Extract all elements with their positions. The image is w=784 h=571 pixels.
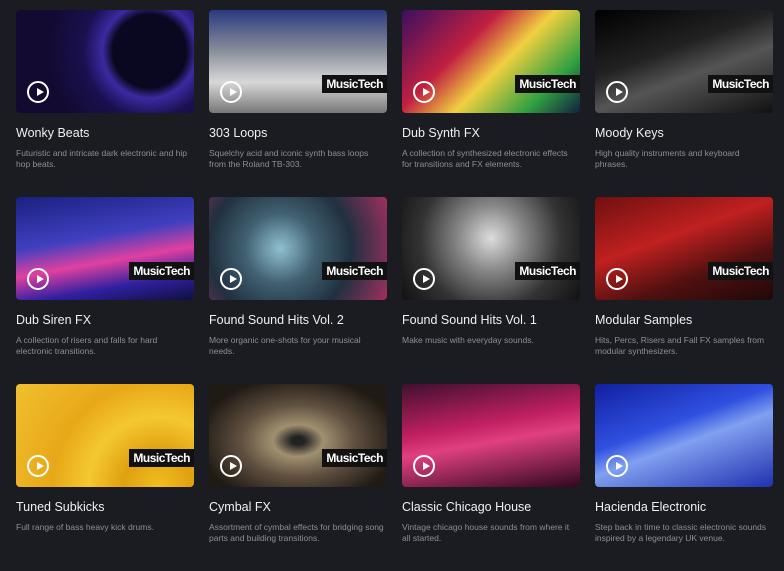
pack-thumbnail[interactable]: MusicTech [16, 197, 194, 300]
pack-thumbnail[interactable]: MusicTech [209, 10, 387, 113]
pack-title[interactable]: Found Sound Hits Vol. 1 [402, 313, 580, 327]
pack-description: Vintage chicago house sounds from where … [402, 522, 570, 543]
play-icon[interactable] [27, 268, 49, 290]
musictech-logo: MusicTech [515, 75, 580, 93]
sample-pack-card[interactable]: Classic Chicago House Vintage chicago ho… [402, 384, 580, 571]
musictech-logo: MusicTech [129, 449, 194, 467]
pack-thumbnail[interactable] [16, 10, 194, 113]
play-icon[interactable] [27, 81, 49, 103]
play-icon[interactable] [413, 81, 435, 103]
play-icon[interactable] [27, 455, 49, 477]
pack-description: Full range of bass heavy kick drums. [16, 522, 154, 532]
pack-thumbnail[interactable] [402, 384, 580, 487]
pack-description: More organic one-shots for your musical … [209, 335, 361, 356]
play-icon[interactable] [220, 455, 242, 477]
pack-thumbnail[interactable]: MusicTech [595, 197, 773, 300]
sample-pack-card[interactable]: MusicTech Cymbal FX Assortment of cymbal… [209, 384, 387, 571]
pack-description: Step back in time to classic electronic … [595, 522, 767, 543]
pack-thumbnail[interactable]: MusicTech [595, 10, 773, 113]
pack-title[interactable]: Found Sound Hits Vol. 2 [209, 313, 387, 327]
pack-description: Assortment of cymbal effects for bridgin… [209, 522, 384, 543]
play-icon[interactable] [413, 268, 435, 290]
pack-description: High quality instruments and keyboard ph… [595, 148, 740, 169]
pack-title[interactable]: Hacienda Electronic [595, 500, 773, 514]
pack-thumbnail[interactable]: MusicTech [16, 384, 194, 487]
pack-title[interactable]: Cymbal FX [209, 500, 387, 514]
play-icon[interactable] [606, 268, 628, 290]
play-icon[interactable] [413, 455, 435, 477]
musictech-logo: MusicTech [322, 75, 387, 93]
pack-description: Squelchy acid and iconic synth bass loop… [209, 148, 369, 169]
pack-description: Hits, Percs, Risers and Fall FX samples … [595, 335, 765, 356]
pack-thumbnail[interactable]: MusicTech [209, 197, 387, 300]
pack-title[interactable]: Moody Keys [595, 126, 773, 140]
pack-thumbnail[interactable]: MusicTech [209, 384, 387, 487]
sample-pack-card[interactable]: MusicTech Found Sound Hits Vol. 1 Make m… [402, 197, 580, 384]
pack-title[interactable]: Dub Siren FX [16, 313, 194, 327]
play-icon[interactable] [606, 81, 628, 103]
pack-title[interactable]: 303 Loops [209, 126, 387, 140]
pack-title[interactable]: Dub Synth FX [402, 126, 580, 140]
pack-title[interactable]: Tuned Subkicks [16, 500, 194, 514]
play-icon[interactable] [606, 455, 628, 477]
pack-title[interactable]: Wonky Beats [16, 126, 194, 140]
musictech-logo: MusicTech [515, 262, 580, 280]
sample-pack-card[interactable]: MusicTech Found Sound Hits Vol. 2 More o… [209, 197, 387, 384]
sample-pack-card[interactable]: Wonky Beats Futuristic and intricate dar… [16, 10, 194, 197]
sample-pack-card[interactable]: MusicTech Modular Samples Hits, Percs, R… [595, 197, 773, 384]
pack-thumbnail[interactable]: MusicTech [402, 197, 580, 300]
play-icon[interactable] [220, 81, 242, 103]
musictech-logo: MusicTech [322, 262, 387, 280]
sample-pack-card[interactable]: MusicTech Moody Keys High quality instru… [595, 10, 773, 197]
pack-description: A collection of risers and falls for har… [16, 335, 158, 356]
sample-pack-grid: Wonky Beats Futuristic and intricate dar… [16, 10, 773, 571]
musictech-logo: MusicTech [129, 262, 194, 280]
pack-description: A collection of synthesized electronic e… [402, 148, 568, 169]
pack-title[interactable]: Modular Samples [595, 313, 773, 327]
sample-pack-card[interactable]: MusicTech Dub Synth FX A collection of s… [402, 10, 580, 197]
sample-pack-card[interactable]: MusicTech Tuned Subkicks Full range of b… [16, 384, 194, 571]
sample-pack-card[interactable]: MusicTech Dub Siren FX A collection of r… [16, 197, 194, 384]
pack-description: Futuristic and intricate dark electronic… [16, 148, 188, 169]
pack-thumbnail[interactable] [595, 384, 773, 487]
pack-title[interactable]: Classic Chicago House [402, 500, 580, 514]
sample-pack-card[interactable]: Hacienda Electronic Step back in time to… [595, 384, 773, 571]
sample-pack-card[interactable]: MusicTech 303 Loops Squelchy acid and ic… [209, 10, 387, 197]
musictech-logo: MusicTech [708, 75, 773, 93]
pack-thumbnail[interactable]: MusicTech [402, 10, 580, 113]
musictech-logo: MusicTech [322, 449, 387, 467]
musictech-logo: MusicTech [708, 262, 773, 280]
pack-description: Make music with everyday sounds. [402, 335, 534, 345]
play-icon[interactable] [220, 268, 242, 290]
